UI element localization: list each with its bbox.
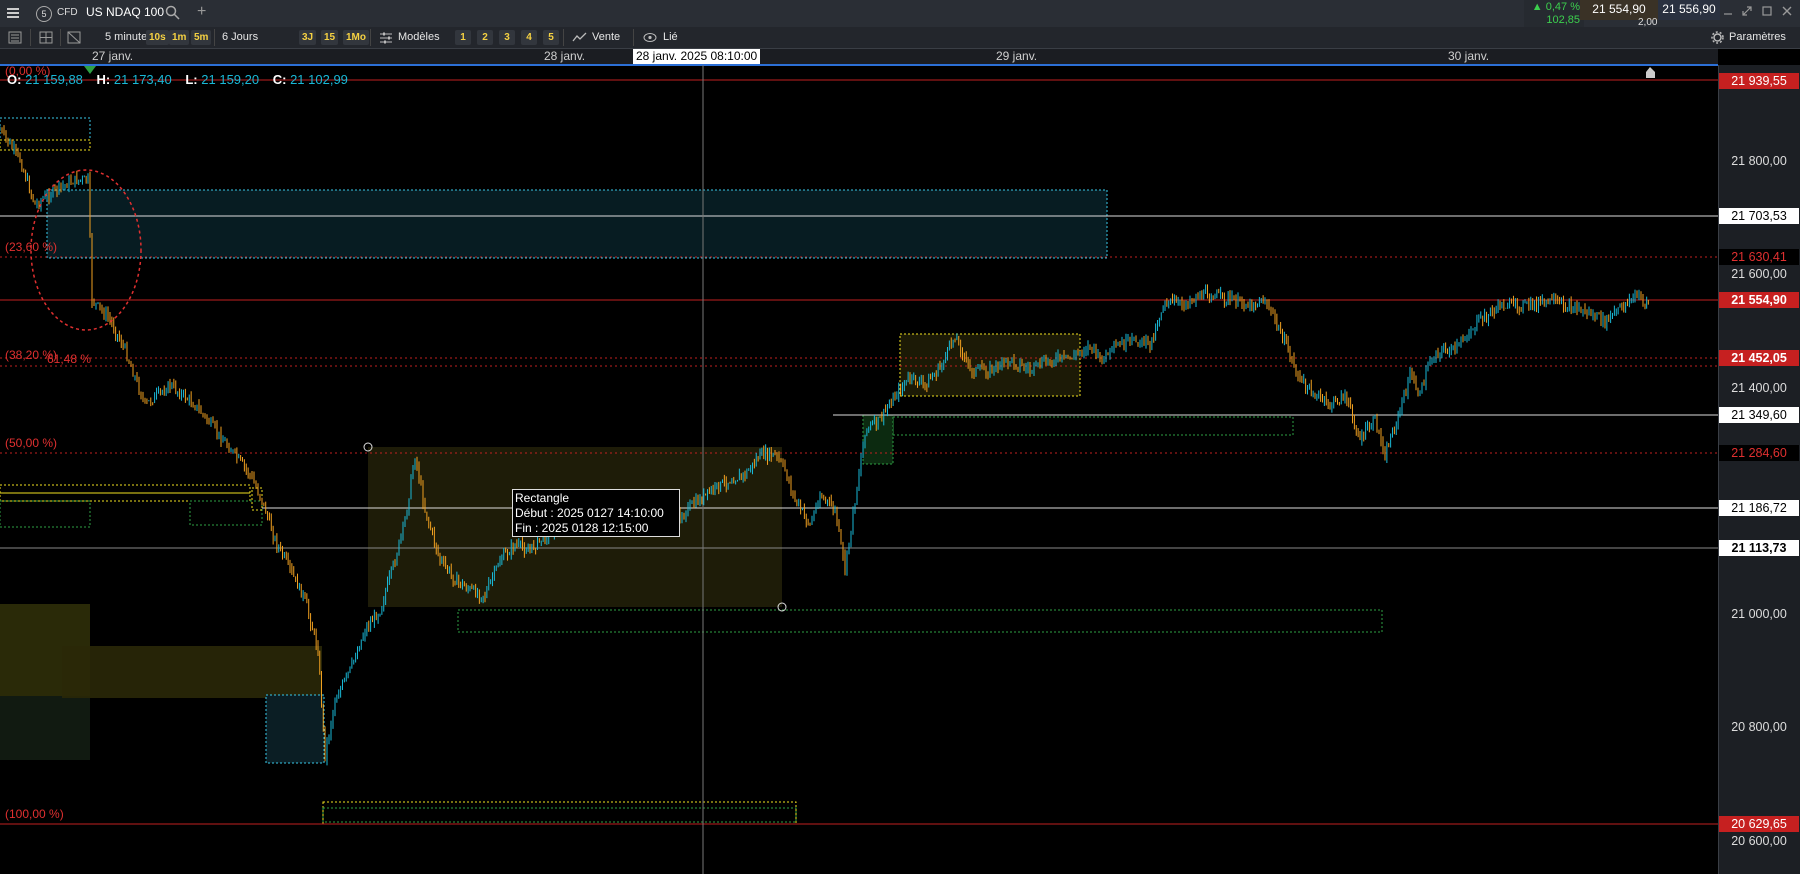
rectangle-tooltip: Rectangle Début : 2025 0127 14:10:00 Fin… xyxy=(512,489,680,537)
fib-label-6148: 61,48 % xyxy=(47,352,92,366)
zone-green-box-bottom-inner xyxy=(322,807,797,823)
zone-yellow-box-left-2 xyxy=(0,492,251,502)
tooltip-end: Fin : 2025 0128 12:15:00 xyxy=(515,521,649,535)
tooltip-start: Début : 2025 0127 14:10:00 xyxy=(515,506,664,520)
price-tick: 21 400,00 xyxy=(1731,381,1787,395)
price-tick: 20 600,00 xyxy=(1731,834,1787,848)
zone-yellow-box-bottom xyxy=(322,801,797,825)
price-marker-last: 21 554,90 xyxy=(1719,292,1799,308)
price-marker-bottom: 20 629,65 xyxy=(1719,816,1799,832)
fib-label-0: (0,00 %) xyxy=(5,64,51,78)
zone-yellow-box-left xyxy=(0,484,251,494)
price-tick: 21 800,00 xyxy=(1731,154,1787,168)
minimize-icon[interactable] xyxy=(1723,6,1733,16)
price-marker-red-2: 21 284,60 xyxy=(1719,445,1799,461)
zone-green-box-mid xyxy=(892,416,1294,436)
zone-cyan-box-large xyxy=(46,189,1108,259)
ohlc-c-label: C: xyxy=(272,72,287,87)
close-icon[interactable] xyxy=(1782,6,1792,16)
ohlc-c-value: 21 102,99 xyxy=(290,72,348,87)
ohlc-l-label: L: xyxy=(185,72,198,87)
zone-green-box-left xyxy=(0,500,91,528)
zone-green-box-left-2 xyxy=(189,500,263,526)
settings-button[interactable]: Paramètres xyxy=(1729,27,1786,48)
fib-label-100: (100,00 %) xyxy=(5,807,64,821)
price-marker-white-1: 21 703,53 xyxy=(1719,208,1799,224)
price-axis[interactable]: 21 939,55 21 800,00 21 703,53 21 630,41 … xyxy=(1718,65,1800,874)
zone-left-olive-2 xyxy=(62,646,322,698)
zone-cyan-box-top xyxy=(0,117,91,141)
zone-green-box-bottom xyxy=(457,609,1383,633)
alert-marker-icon[interactable] xyxy=(1646,67,1655,78)
popout-icon[interactable] xyxy=(1762,6,1772,16)
price-marker-white-3: 21 186,72 xyxy=(1719,500,1799,516)
ohlc-h-label: H: xyxy=(96,72,111,87)
price-marker-fib382: 21 452,05 xyxy=(1719,350,1799,366)
price-marker-white-2: 21 349,60 xyxy=(1719,407,1799,423)
price-marker-crosshair: 21 113,73 xyxy=(1719,540,1799,556)
drawing-zones xyxy=(0,117,1383,825)
fib-label-236: (23,60 %) xyxy=(5,240,58,254)
expand-icon[interactable] xyxy=(1742,6,1752,16)
price-marker-red-1: 21 630,41 xyxy=(1719,249,1799,265)
price-tick: 20 800,00 xyxy=(1731,720,1787,734)
price-tick: 21 600,00 xyxy=(1731,267,1787,281)
zone-cyan-box-low xyxy=(265,694,325,764)
price-marker-top: 21 939,55 xyxy=(1719,73,1799,89)
tooltip-title: Rectangle xyxy=(515,491,570,505)
ohlc-readout: O: 21 159,88 H: 21 173,40 L: 21 159,20 C… xyxy=(7,72,348,87)
price-tick: 21 000,00 xyxy=(1731,607,1787,621)
ohlc-h-value: 21 173,40 xyxy=(113,72,172,87)
price-chart[interactable] xyxy=(0,0,1718,874)
ohlc-l-value: 21 159,20 xyxy=(201,72,260,87)
fib-label-50: (50,00 %) xyxy=(5,436,58,450)
